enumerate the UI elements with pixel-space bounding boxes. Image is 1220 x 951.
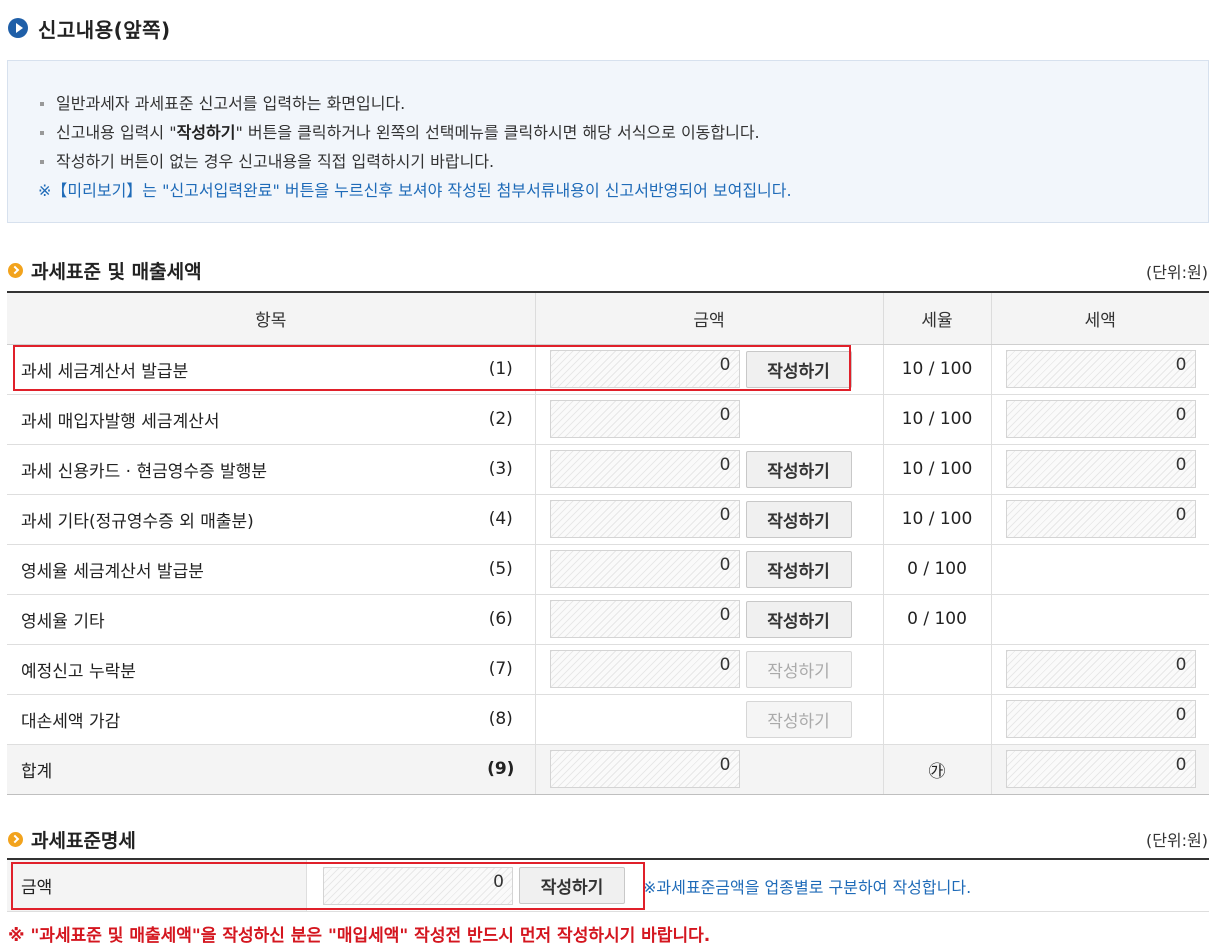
table-row-total: 합계 (9) 0 ㉮ 0	[7, 744, 1209, 795]
tax-field[interactable]: 0	[1005, 650, 1196, 688]
info-line-2: 신고내용 입력시 " 작성하기 " 버튼을 클릭하거나 왼쪽의 선택메뉴를 클릭하시…	[38, 118, 1184, 147]
write-button-disabled: 작성하기	[745, 700, 852, 738]
tax-field[interactable]: 0	[1005, 350, 1196, 388]
section-title: 과세표준명세	[31, 829, 136, 852]
page-title: 신고내용(앞쪽)	[8, 14, 171, 42]
warning-text: ※ "과세표준 및 매출세액"을 작성하신 분은 "매입세액" 작성전 반드시 …	[8, 926, 711, 946]
write-button[interactable]: 작성하기	[745, 550, 852, 588]
tax-base-table: 항목 금액 세율 세액 과세 세금계산서 발급분 (1) 0 작성하기 10 / …	[7, 291, 1209, 795]
table-row: 영세율 기타 (6) 0 작성하기 0 / 100	[7, 594, 1209, 645]
info-box: 일반과세자 과세표준 신고서를 입력하는 화면입니다. 신고내용 입력시 " 작성…	[7, 60, 1209, 223]
table-row: 과세 신용카드 · 현금영수증 발행분 (3) 0 작성하기 10 / 100 0	[7, 444, 1209, 495]
tax-field[interactable]: 0	[1005, 450, 1196, 488]
amount-field[interactable]: 0	[549, 750, 740, 788]
page-title-text: 신고내용(앞쪽)	[38, 17, 171, 42]
chevron-circle-icon	[8, 831, 23, 847]
amount-field[interactable]: 0	[549, 450, 740, 488]
bullet-dot-icon	[40, 130, 44, 135]
info-line-3: 작성하기 버튼이 없는 경우 신고내용을 직접 입력하시기 바랍니다.	[38, 147, 1184, 176]
tax-field[interactable]: 0	[1005, 500, 1196, 538]
header-rate: 세율	[882, 291, 991, 345]
write-button-disabled: 작성하기	[745, 650, 852, 688]
write-button[interactable]: 작성하기	[745, 450, 852, 488]
table-row: 과세 세금계산서 발급분 (1) 0 작성하기 10 / 100 0	[7, 344, 1209, 395]
section-title: 과세표준 및 매출세액	[31, 260, 202, 283]
amount-field[interactable]: 0	[549, 350, 740, 388]
tax-field[interactable]: 0	[1005, 400, 1196, 438]
chevron-circle-icon	[8, 262, 23, 278]
bullet-dot-icon	[40, 159, 44, 164]
header-item: 항목	[7, 291, 535, 345]
header-tax: 세액	[990, 291, 1209, 345]
write-button[interactable]: 작성하기	[519, 867, 625, 904]
amount-field[interactable]: 0	[549, 400, 740, 438]
table-row: 과세 매입자발행 세금계산서 (2) 0 10 / 100 0	[7, 394, 1209, 445]
amount-field[interactable]: 0	[549, 550, 740, 588]
write-button[interactable]: 작성하기	[745, 350, 852, 388]
info-line-4: ※【미리보기】는 "신고서입력완료" 버튼을 누르신후 보셔야 작성된 첨부서류…	[38, 181, 792, 200]
amount-field[interactable]: 0	[323, 866, 513, 905]
amount-field[interactable]: 0	[549, 600, 740, 638]
write-button[interactable]: 작성하기	[745, 500, 852, 538]
table-row: 대손세액 가감 (8) 작성하기 0	[7, 694, 1209, 745]
unit-label: (단위:원)	[1145, 831, 1208, 850]
unit-label: (단위:원)	[1145, 263, 1208, 282]
bullet-dot-icon	[40, 101, 44, 106]
note-text: ※과세표준금액을 업종별로 구분하여 작성합니다.	[643, 877, 972, 897]
tax-base-detail-row: 금액 0 작성하기 ※과세표준금액을 업종별로 구분하여 작성합니다.	[7, 860, 1209, 912]
table-row: 과세 기타(정규영수증 외 매출분) (4) 0 작성하기 10 / 100 0	[7, 494, 1209, 545]
amount-label: 금액	[7, 860, 307, 911]
circled-ga-symbol: ㉮	[883, 744, 992, 795]
section-header-tax-base-details: 과세표준명세	[8, 826, 136, 852]
table-row: 예정신고 누락분 (7) 0 작성하기 0	[7, 644, 1209, 695]
tax-field[interactable]: 0	[1005, 750, 1196, 788]
amount-field[interactable]: 0	[549, 500, 740, 538]
amount-field[interactable]: 0	[549, 650, 740, 688]
tax-field[interactable]: 0	[1005, 700, 1196, 738]
header-amount: 금액	[534, 291, 883, 345]
info-line-1: 일반과세자 과세표준 신고서를 입력하는 화면입니다.	[38, 89, 1184, 118]
table-row: 영세율 세금계산서 발급분 (5) 0 작성하기 0 / 100	[7, 544, 1209, 595]
arrow-circle-icon	[8, 18, 28, 38]
write-button[interactable]: 작성하기	[745, 600, 852, 638]
section-header-tax-base: 과세표준 및 매출세액	[8, 257, 202, 283]
